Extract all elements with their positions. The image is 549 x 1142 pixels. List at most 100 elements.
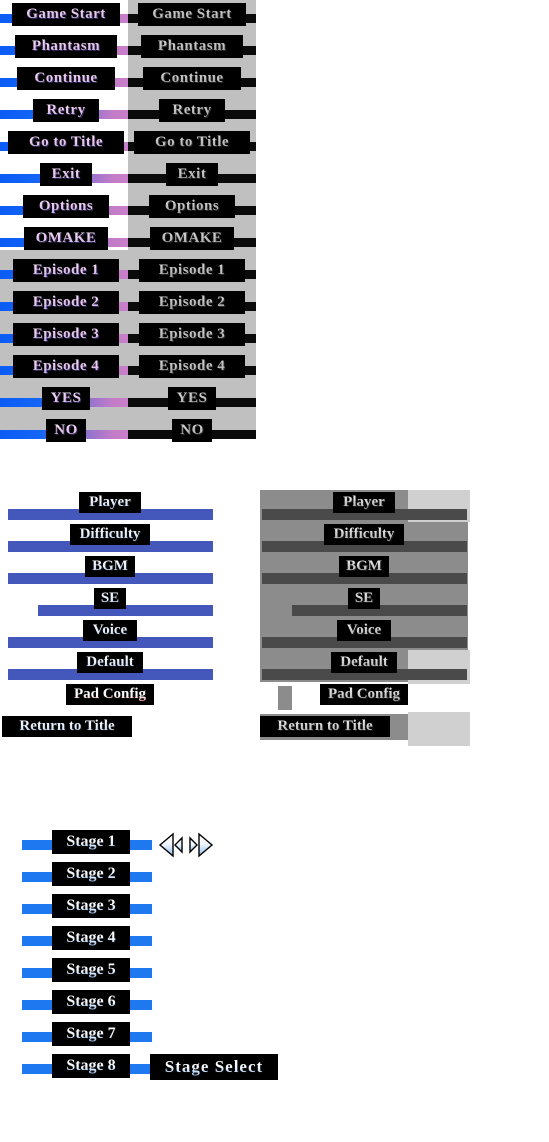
stage-item-label: Stage 8 — [52, 1054, 130, 1078]
options-item-label: SE — [348, 588, 380, 609]
main-menu-row: Episode 4 Episode 4 — [0, 352, 256, 384]
menu-item-label: Exit — [40, 163, 92, 186]
menu-item-selected[interactable]: Retry — [33, 99, 99, 122]
options-item-selected[interactable]: BGM — [85, 556, 135, 577]
menu-item-label: Options — [23, 195, 109, 218]
stage-item[interactable]: Stage 8 — [52, 1054, 130, 1078]
menu-item-selected[interactable]: NO — [46, 419, 86, 442]
menu-item-label: Episode 3 — [13, 323, 119, 346]
stage-item-label: Stage 4 — [52, 926, 130, 950]
stage-item[interactable]: Stage 1 — [52, 830, 130, 854]
menu-item-label: Episode 1 — [13, 259, 119, 282]
menu-item-normal[interactable]: Continue — [143, 67, 241, 90]
menu-item-selected[interactable]: YES — [42, 387, 90, 410]
menu-item-normal[interactable]: Episode 4 — [139, 355, 245, 378]
menu-item-normal[interactable]: Go to Title — [134, 131, 250, 154]
options-item-selected[interactable]: SE — [94, 588, 126, 609]
main-menu-row: Episode 3 Episode 3 — [0, 320, 256, 352]
menu-item-label: Episode 4 — [139, 355, 245, 378]
options-item-label: BGM — [85, 556, 135, 577]
options-item-selected[interactable]: Return to Title — [2, 716, 132, 737]
stage-item[interactable]: Stage 4 — [52, 926, 130, 950]
menu-item-selected[interactable]: Continue — [17, 67, 115, 90]
menu-item-normal[interactable]: Episode 2 — [139, 291, 245, 314]
menu-item-label: Game Start — [138, 3, 246, 26]
menu-item-label: Phantasm — [15, 35, 117, 58]
main-menu-row: NO NO — [0, 416, 256, 448]
menu-item-normal[interactable]: Game Start — [138, 3, 246, 26]
options-item-selected[interactable]: Difficulty — [70, 524, 150, 545]
menu-item-label: OMAKE — [150, 227, 234, 250]
menu-item-selected[interactable]: Exit — [40, 163, 92, 186]
menu-item-label: Game Start — [12, 3, 120, 26]
menu-item-selected[interactable]: Phantasm — [15, 35, 117, 58]
stage-nav-arrows — [158, 832, 214, 858]
main-menu-row: Go to Title Go to Title — [0, 128, 256, 160]
menu-item-normal[interactable]: Phantasm — [141, 35, 243, 58]
options-item-label: Return to Title — [260, 716, 390, 737]
main-menu-row: Phantasm Phantasm — [0, 32, 256, 64]
main-menu-row: Game Start Game Start — [0, 0, 256, 32]
menu-item-label: Exit — [166, 163, 218, 186]
main-menu-row: YES YES — [0, 384, 256, 416]
menu-item-selected[interactable]: OMAKE — [24, 227, 108, 250]
options-item-selected[interactable]: Player — [79, 492, 141, 513]
options-item-label: BGM — [339, 556, 389, 577]
options-item-normal[interactable]: Return to Title — [260, 716, 390, 737]
stage-item-label: Stage 3 — [52, 894, 130, 918]
menu-item-selected[interactable]: Options — [23, 195, 109, 218]
right-arrow-icon[interactable] — [158, 832, 214, 858]
options-item-normal[interactable]: Player — [333, 492, 395, 513]
main-menu-sprite-group: Game Start Game Start Phantasm Phantasm Cont… — [0, 0, 256, 442]
menu-item-normal[interactable]: Exit — [166, 163, 218, 186]
options-item-label: Default — [77, 652, 143, 673]
stage-item[interactable]: Stage 7 — [52, 1022, 130, 1046]
menu-item-normal[interactable]: NO — [172, 419, 212, 442]
menu-item-selected[interactable]: Go to Title — [8, 131, 124, 154]
options-item-selected[interactable]: Default — [77, 652, 143, 673]
menu-item-selected[interactable]: Episode 3 — [13, 323, 119, 346]
options-item-label: Difficulty — [324, 524, 404, 545]
menu-item-label: Continue — [17, 67, 115, 90]
stage-item-label: Stage 6 — [52, 990, 130, 1014]
stage-item[interactable]: Stage 2 — [52, 862, 130, 886]
menu-item-label: Options — [149, 195, 235, 218]
options-item-label: Player — [79, 492, 141, 513]
menu-item-normal[interactable]: Options — [149, 195, 235, 218]
stage-item-label: Stage 7 — [52, 1022, 130, 1046]
menu-item-selected[interactable]: Episode 4 — [13, 355, 119, 378]
options-item-selected[interactable]: Pad Config — [66, 684, 154, 705]
options-item-label: Player — [333, 492, 395, 513]
options-item-normal[interactable]: Voice — [337, 620, 391, 641]
options-item-normal[interactable]: SE — [348, 588, 380, 609]
menu-item-selected[interactable]: Game Start — [12, 3, 120, 26]
stage-item[interactable]: Stage 3 — [52, 894, 130, 918]
main-menu-row: Episode 1 Episode 1 — [0, 256, 256, 288]
menu-item-label: Continue — [143, 67, 241, 90]
menu-item-normal[interactable]: YES — [168, 387, 216, 410]
menu-item-normal[interactable]: Episode 1 — [139, 259, 245, 282]
options-item-normal[interactable]: BGM — [339, 556, 389, 577]
main-menu-row: OMAKE OMAKE — [0, 224, 256, 256]
stage-item-label: Stage 2 — [52, 862, 130, 886]
options-item-normal[interactable]: Pad Config — [320, 684, 408, 705]
menu-item-label: Phantasm — [141, 35, 243, 58]
stage-item[interactable]: Stage 5 — [52, 958, 130, 982]
menu-item-label: Episode 2 — [139, 291, 245, 314]
menu-item-selected[interactable]: Episode 2 — [13, 291, 119, 314]
options-item-label: Difficulty — [70, 524, 150, 545]
menu-item-label: Retry — [159, 99, 225, 122]
menu-item-normal[interactable]: Retry — [159, 99, 225, 122]
stage-item[interactable]: Stage 6 — [52, 990, 130, 1014]
options-item-selected[interactable]: Voice — [83, 620, 137, 641]
stage-item-label: Stage 1 — [52, 830, 130, 854]
options-item-normal[interactable]: Default — [331, 652, 397, 673]
menu-item-normal[interactable]: OMAKE — [150, 227, 234, 250]
menu-item-selected[interactable]: Episode 1 — [13, 259, 119, 282]
options-pad-config-marker — [278, 686, 292, 710]
menu-item-label: Retry — [33, 99, 99, 122]
menu-item-label: OMAKE — [24, 227, 108, 250]
menu-item-normal[interactable]: Episode 3 — [139, 323, 245, 346]
options-item-normal[interactable]: Difficulty — [324, 524, 404, 545]
options-item-label: SE — [94, 588, 126, 609]
